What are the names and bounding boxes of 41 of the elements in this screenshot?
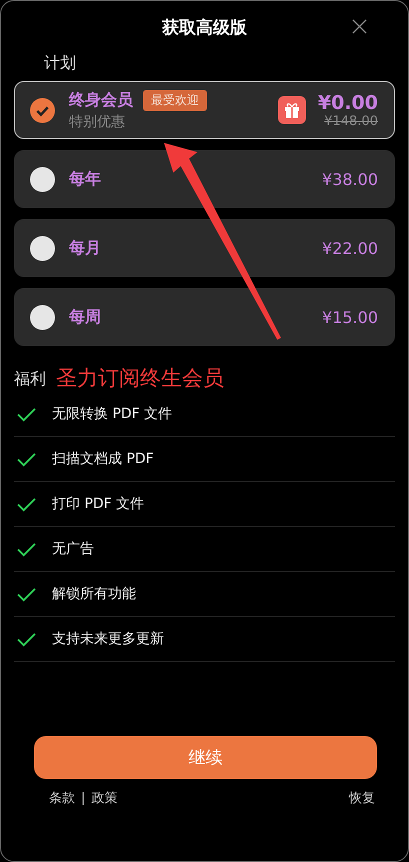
section-title: 福利 xyxy=(14,369,46,390)
check-icon xyxy=(17,496,36,512)
checked-radio-icon[interactable] xyxy=(30,98,55,122)
plan-subtitle: 特别优惠 xyxy=(69,112,126,130)
close-icon[interactable] xyxy=(352,19,367,34)
popular-badge: 最受欢迎 xyxy=(143,90,207,110)
plan-name: 每月 xyxy=(69,238,101,258)
benefit-text: 解锁所有功能 xyxy=(52,585,136,603)
radio-icon[interactable] xyxy=(30,304,55,330)
plan-option[interactable]: 每年 ¥38.00 xyxy=(14,150,395,208)
section-title: 计划 xyxy=(44,53,77,73)
benefit-text: 无限转换 PDF 文件 xyxy=(52,405,172,423)
check-icon xyxy=(17,406,36,422)
terms-link[interactable]: 条款 xyxy=(49,789,75,807)
original-price: ¥148.00 xyxy=(324,114,378,128)
continue-button[interactable]: 继续 xyxy=(34,736,377,779)
plan-name: 终身会员 xyxy=(69,90,133,110)
benefit-text: 扫描文档成 PDF xyxy=(52,450,154,468)
benefit-text: 支持未来更多更新 xyxy=(52,630,164,648)
check-icon xyxy=(17,632,36,646)
benefit-text: 打印 PDF 文件 xyxy=(52,495,144,513)
plan-price: ¥0.00 xyxy=(318,92,378,114)
plan-price: ¥22.00 xyxy=(322,238,378,258)
plan-price: ¥38.00 xyxy=(322,170,378,188)
radio-icon[interactable] xyxy=(30,236,55,260)
policy-link[interactable]: 政策 xyxy=(91,789,118,807)
separator: | xyxy=(81,790,86,806)
plan-price: ¥15.00 xyxy=(322,308,378,326)
annotation-text: 圣力订阅终生会员 xyxy=(56,365,224,392)
window-title: 获取高级版 xyxy=(162,16,247,38)
plan-name: 每年 xyxy=(69,168,101,190)
plan-name: 每周 xyxy=(69,306,101,328)
plan-option[interactable]: 每周 ¥15.00 xyxy=(14,288,395,346)
check-icon xyxy=(17,542,36,556)
plan-option[interactable]: 每月 ¥22.00 xyxy=(14,219,395,277)
radio-icon[interactable] xyxy=(30,166,55,192)
restore-link[interactable]: 恢复 xyxy=(349,789,375,807)
check-icon xyxy=(17,452,36,466)
plan-option[interactable]: 终身会员 最受欢迎 特别优惠 ¥0.00 ¥148.00 xyxy=(14,81,395,139)
benefit-text: 无广告 xyxy=(52,540,94,558)
check-icon xyxy=(17,586,36,602)
